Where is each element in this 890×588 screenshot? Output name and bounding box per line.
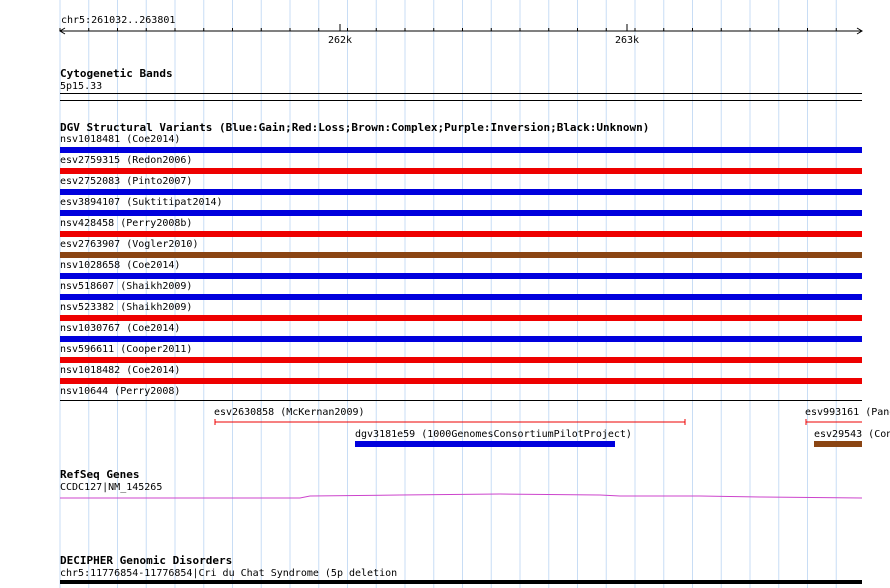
variant-label[interactable]: esv2759315 (Redon2006) bbox=[60, 155, 192, 166]
variant-bar[interactable] bbox=[60, 357, 862, 363]
variant-bar[interactable] bbox=[60, 189, 862, 195]
variant-bar-esv29543[interactable] bbox=[814, 441, 862, 447]
variant-label[interactable]: nsv10644 (Perry2008) bbox=[60, 386, 180, 397]
variant-label[interactable]: nsv596611 (Cooper2011) bbox=[60, 344, 192, 355]
ruler-tick-262k: 262k bbox=[328, 35, 353, 46]
variant-label[interactable]: nsv1018481 (Coe2014) bbox=[60, 134, 180, 145]
refseq-track-title[interactable]: RefSeq Genes bbox=[60, 469, 139, 481]
variant-bar[interactable] bbox=[60, 315, 862, 321]
variant-label[interactable]: nsv1018482 (Coe2014) bbox=[60, 365, 180, 376]
cytoband-bar-bottom bbox=[60, 100, 862, 101]
variant-bar[interactable] bbox=[60, 210, 862, 216]
variant-label[interactable]: esv2763907 (Vogler2010) bbox=[60, 239, 198, 250]
decipher-region-label[interactable]: chr5:11776854-11776854|Cri du Chat Syndr… bbox=[60, 568, 397, 579]
variant-bar[interactable] bbox=[60, 231, 862, 237]
variant-label[interactable]: nsv1030767 (Coe2014) bbox=[60, 323, 180, 334]
cytoband-label: 5p15.33 bbox=[60, 81, 103, 92]
variant-bar-dgv3181e59[interactable] bbox=[355, 441, 615, 447]
variant-bar[interactable] bbox=[60, 294, 862, 300]
genome-browser: chr5:261032..263801 262k 263k Cytogeneti… bbox=[0, 0, 890, 588]
variant-label-esv29543[interactable]: esv29543 (Con bbox=[814, 429, 890, 440]
decipher-track-title[interactable]: DECIPHER Genomic Disorders bbox=[60, 555, 232, 567]
decipher-bar[interactable] bbox=[60, 580, 862, 584]
dgv-track-title[interactable]: DGV Structural Variants (Blue:Gain;Red:L… bbox=[60, 122, 649, 134]
variant-label[interactable]: nsv1028658 (Coe2014) bbox=[60, 260, 180, 271]
ruler-track: chr5:261032..263801 262k 263k bbox=[0, 0, 890, 46]
variant-bar[interactable] bbox=[60, 336, 862, 342]
variant-bar[interactable] bbox=[60, 273, 862, 279]
cytoband-bar-top bbox=[60, 93, 862, 94]
variant-label[interactable]: nsv523382 (Shaikh2009) bbox=[60, 302, 192, 313]
cytoband-track-title[interactable]: Cytogenetic Bands bbox=[60, 68, 173, 80]
variant-label[interactable]: nsv428458 (Perry2008b) bbox=[60, 218, 192, 229]
variant-bar[interactable] bbox=[60, 168, 862, 174]
refseq-gene-line[interactable] bbox=[0, 490, 890, 500]
dgv-baseline bbox=[60, 400, 862, 401]
ruler-tick-263k: 263k bbox=[615, 35, 640, 46]
ruler-scale bbox=[59, 24, 863, 35]
variant-label-dgv3181e59[interactable]: dgv3181e59 (1000GenomesConsortiumPilotPr… bbox=[355, 429, 632, 440]
variant-label[interactable]: nsv518607 (Shaikh2009) bbox=[60, 281, 192, 292]
variant-bar[interactable] bbox=[60, 378, 862, 384]
variant-label[interactable]: esv2752083 (Pinto2007) bbox=[60, 176, 192, 187]
variant-label[interactable]: esv3894107 (Suktitipat2014) bbox=[60, 197, 223, 208]
variant-bar[interactable] bbox=[60, 252, 862, 258]
variant-bar[interactable] bbox=[60, 147, 862, 153]
